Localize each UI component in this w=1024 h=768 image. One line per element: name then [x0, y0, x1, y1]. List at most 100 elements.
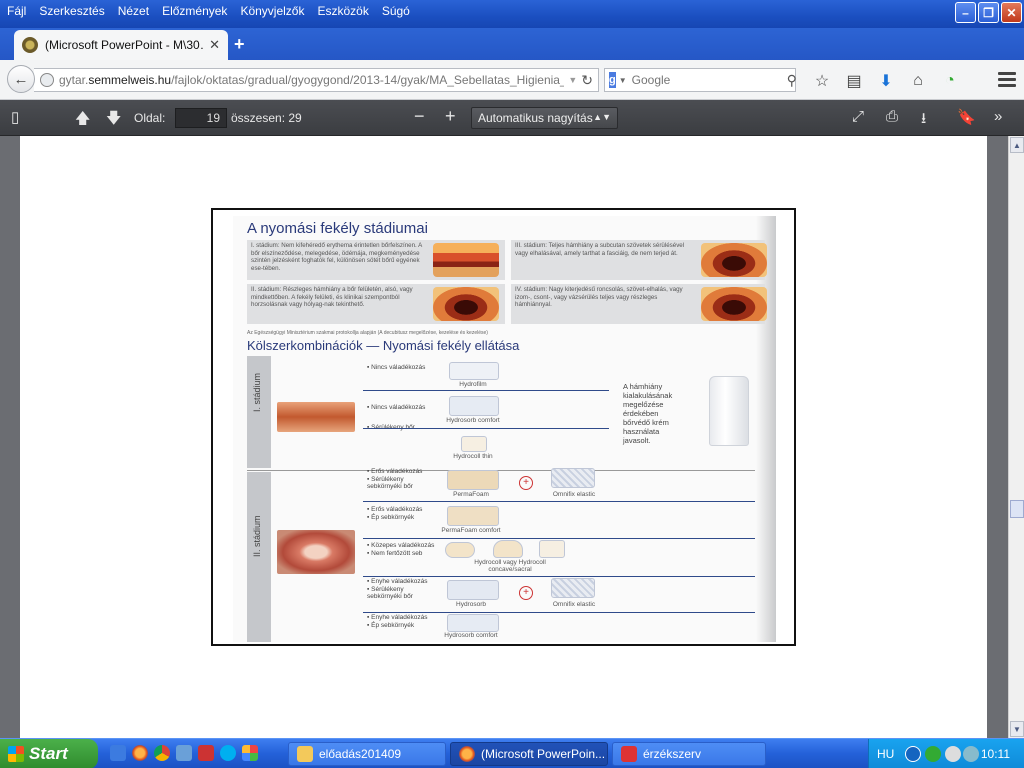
chrome-icon[interactable]	[154, 745, 170, 761]
pdf-toolbar: ▯ 🡅 🡇 Oldal: összesen: 29 − + Automatiku…	[0, 100, 1024, 136]
stage-II-row-2-product: PermaFoam comfort	[441, 527, 501, 534]
stage-II-row-4-product: Hydrosorb	[456, 601, 486, 608]
stage-I-row-1-bullets: ▪ Nincs váladékozás	[367, 364, 426, 371]
tools-overflow-icon[interactable]: »	[994, 108, 1002, 125]
url-history-dropdown-icon[interactable]: ▼	[568, 75, 577, 85]
taskbar-item-firefox[interactable]: (Microsoft PowerPoin...	[450, 742, 608, 766]
extension-icon[interactable]: ◔	[934, 70, 966, 92]
stage-4-text: IV. stádium: Nagy kiterjedésű roncsolás,…	[515, 286, 683, 308]
search-bar[interactable]: g ▼ ⚲	[604, 68, 797, 92]
download-icon[interactable]: ⬇	[870, 70, 902, 92]
next-page-icon[interactable]: 🡇	[106, 108, 121, 133]
stage-I-row-1-product: Hydrofilm	[459, 381, 487, 388]
save-icon[interactable]: ⭳	[921, 108, 926, 133]
star-icon[interactable]: ☆	[806, 70, 838, 92]
chevron-down-icon: ▲▼	[593, 112, 611, 122]
menu-help[interactable]: Súgó	[375, 0, 416, 22]
slide-caption: Az Egészségügyi Minisztérium szakmai pro…	[247, 330, 488, 336]
menu-hamburger-icon[interactable]	[998, 72, 1016, 90]
print-icon[interactable]: ⎙	[886, 108, 898, 125]
menu-view[interactable]: Nézet	[111, 0, 155, 22]
menu-file[interactable]: Fájl	[0, 0, 32, 22]
omnifix-roll-2	[551, 578, 595, 598]
minimize-button[interactable]: –	[955, 2, 976, 23]
stage-I-row-2-bullets: ▪ Nincs váladékozás	[367, 404, 426, 411]
hydrocoll-thin-pad	[461, 436, 487, 452]
stage-I-row-3-product: Hydrocoll thin	[453, 453, 493, 460]
bookmark-icon[interactable]: 🔖	[957, 108, 976, 126]
vertical-scrollbar[interactable]: ▲ ▼	[1008, 136, 1024, 738]
system-tray: HU 10:11	[868, 739, 1024, 768]
skype-icon[interactable]	[220, 745, 236, 761]
stage-I-row-2-product: Hydrosorb comfort	[446, 417, 500, 424]
mail-icon[interactable]	[176, 745, 192, 761]
omnifix-roll	[551, 468, 595, 488]
page-number-input[interactable]	[175, 108, 227, 128]
zoom-out-button[interactable]: −	[414, 106, 425, 127]
quick-launch	[110, 745, 258, 761]
taskbar-item-pdf[interactable]: érzékszerv	[612, 742, 766, 766]
stage-II-row-1-product: PermaFoam	[453, 491, 489, 498]
slide-image: A nyomási fekély stádiumai I. stádium: N…	[211, 208, 796, 646]
sidebar-toggle-icon[interactable]: ▯	[11, 108, 19, 126]
new-tab-button[interactable]: +	[234, 34, 245, 55]
stage-4-illustration	[701, 287, 767, 321]
tray-expand-icon[interactable]	[905, 746, 921, 762]
permafoam-comfort-pad	[447, 506, 499, 526]
fullscreen-icon[interactable]: ⤢	[852, 108, 864, 125]
taskbar-item-folder[interactable]: előadás201409	[288, 742, 446, 766]
globe-icon	[40, 73, 54, 87]
stage-2-illustration	[433, 287, 499, 321]
folder-icon	[297, 746, 313, 762]
home-icon[interactable]: ⌂	[902, 70, 934, 92]
paint-icon[interactable]	[242, 745, 258, 761]
display-icon[interactable]	[963, 746, 979, 762]
previous-page-icon[interactable]: 🡅	[75, 108, 90, 133]
reading-list-icon[interactable]: ▤	[838, 70, 870, 92]
permafoam-pad	[447, 470, 499, 490]
clock: 10:11	[980, 747, 1010, 761]
close-window-button[interactable]: ✕	[1001, 2, 1022, 23]
network-icon[interactable]	[925, 746, 941, 762]
tab-close-icon[interactable]: ✕	[209, 37, 220, 53]
menu-bookmarks[interactable]: Könyvjelzők	[233, 0, 310, 22]
stage-II-row-5-product: Hydrosorb comfort	[444, 632, 498, 639]
google-icon[interactable]: g	[609, 72, 616, 88]
language-indicator[interactable]: HU	[877, 747, 894, 761]
url-bar[interactable]: gytar.semmelweis.hu/fajlok/oktatas/gradu…	[34, 68, 599, 92]
restore-button[interactable]: ❐	[978, 2, 999, 23]
show-desktop-icon[interactable]	[110, 745, 126, 761]
slide: A nyomási fekély stádiumai I. stádium: N…	[233, 216, 776, 642]
tab-active[interactable]: (Microsoft PowerPoint - M\30… ✕	[14, 30, 228, 60]
hydrocoll-sacral-pad	[493, 540, 523, 558]
scrollbar-thumb[interactable]	[1010, 500, 1024, 518]
firefox-icon	[459, 746, 475, 762]
search-magnifier-icon[interactable]: ⚲	[787, 72, 797, 89]
pdf-icon	[621, 746, 637, 762]
stage-I-strip: I. stádium	[247, 356, 271, 468]
start-button[interactable]: Start	[0, 739, 98, 768]
stage-II-row-3-bullets: ▪ Közepes váladékozás ▪ Nem fertőzött seb	[367, 542, 435, 557]
slide-subtitle: Kölszerkombinációk — Nyomási fekély ellá…	[247, 338, 520, 353]
menu-tools[interactable]: Eszközök	[310, 0, 374, 22]
volume-icon[interactable]	[945, 746, 961, 762]
stage-I-photo	[277, 402, 355, 432]
search-input[interactable]	[631, 73, 787, 87]
firefox-icon[interactable]	[132, 745, 148, 761]
scroll-up-icon[interactable]: ▲	[1010, 137, 1024, 153]
zoom-select[interactable]: Automatikus nagyítás ▲▼	[471, 107, 618, 129]
zoom-in-button[interactable]: +	[445, 106, 456, 127]
scroll-down-icon[interactable]: ▼	[1010, 721, 1024, 737]
stage-II-row-4-product-2: Omnifix elastic	[552, 601, 596, 608]
pdf-reader-icon[interactable]	[198, 745, 214, 761]
site-favicon-icon	[22, 37, 38, 53]
menu-edit[interactable]: Szerkesztés	[32, 0, 110, 22]
back-button[interactable]: ←	[7, 65, 35, 93]
stage-2-text: II. stádium: Részleges hámhiány a bőr fe…	[251, 286, 413, 308]
plus-icon-2: +	[519, 586, 533, 600]
search-engine-dropdown-icon[interactable]: ▼	[619, 76, 627, 85]
url-text[interactable]: gytar.semmelweis.hu/fajlok/oktatas/gradu…	[59, 73, 564, 87]
reload-icon[interactable]: ↻	[581, 72, 593, 89]
tab-title: (Microsoft PowerPoint - M\30…	[45, 38, 204, 52]
menu-history[interactable]: Előzmények	[155, 0, 233, 22]
